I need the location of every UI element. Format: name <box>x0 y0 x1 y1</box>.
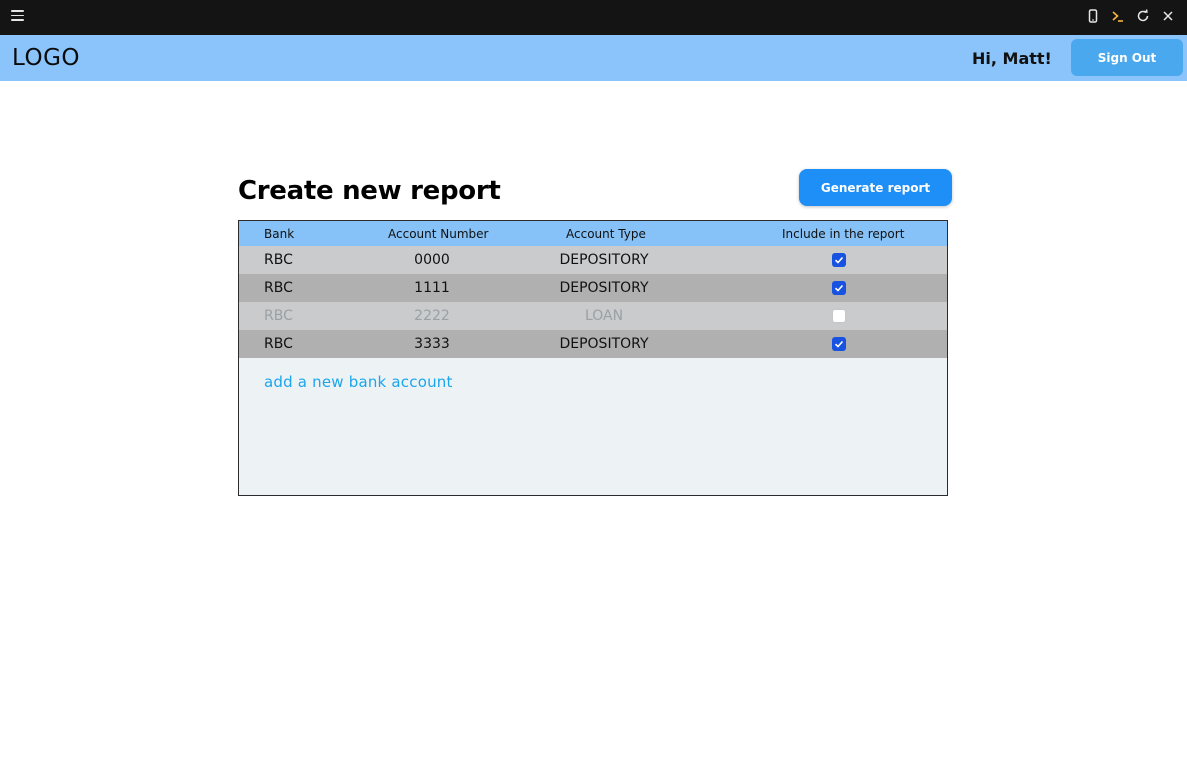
table-row: RBC 1111 DEPOSITORY <box>239 274 947 302</box>
cell-account-number: 0000 <box>414 252 450 268</box>
column-header-account-number: Account Number <box>388 227 489 241</box>
close-icon[interactable] <box>1160 8 1176 24</box>
user-greeting: Hi, Matt! <box>972 49 1052 68</box>
table-row: RBC 3333 DEPOSITORY <box>239 330 947 358</box>
include-checkbox[interactable] <box>832 337 846 351</box>
cell-account-number: 3333 <box>414 336 450 352</box>
cell-bank: RBC <box>264 336 293 352</box>
cell-account-number: 2222 <box>414 308 450 324</box>
table-row: RBC 0000 DEPOSITORY <box>239 246 947 274</box>
cell-account-type: LOAN <box>584 308 624 324</box>
cell-bank: RBC <box>264 252 293 268</box>
logo: LOGO <box>12 45 81 71</box>
include-checkbox[interactable] <box>832 281 846 295</box>
checkmark-icon <box>834 284 844 292</box>
table-row: RBC 2222 LOAN <box>239 302 947 330</box>
include-checkbox[interactable] <box>832 309 846 323</box>
cell-account-type: DEPOSITORY <box>559 336 649 352</box>
cell-account-type: DEPOSITORY <box>559 280 649 296</box>
checkmark-icon <box>834 256 844 264</box>
console-icon[interactable] <box>1110 8 1126 24</box>
add-bank-account-link[interactable]: add a new bank account <box>264 373 453 391</box>
reload-icon[interactable] <box>1135 8 1151 24</box>
app-header: LOGO Hi, Matt! Sign Out <box>0 35 1187 81</box>
column-header-account-type: Account Type <box>566 227 646 241</box>
cell-bank: RBC <box>264 308 293 324</box>
window-titlebar <box>0 0 1187 35</box>
checkmark-icon <box>834 340 844 348</box>
cell-bank: RBC <box>264 280 293 296</box>
sign-out-button[interactable]: Sign Out <box>1071 39 1183 76</box>
device-icon[interactable] <box>1085 8 1101 24</box>
table-header: Bank Account Number Account Type Include… <box>239 221 947 246</box>
generate-report-button[interactable]: Generate report <box>799 169 952 206</box>
accounts-panel: Bank Account Number Account Type Include… <box>238 220 948 496</box>
include-checkbox[interactable] <box>832 253 846 267</box>
page-title: Create new report <box>238 176 501 206</box>
column-header-bank: Bank <box>264 227 295 241</box>
cell-account-type: DEPOSITORY <box>559 252 649 268</box>
menu-icon[interactable] <box>11 10 24 24</box>
column-header-include: Include in the report <box>782 227 905 241</box>
cell-account-number: 1111 <box>414 280 450 296</box>
